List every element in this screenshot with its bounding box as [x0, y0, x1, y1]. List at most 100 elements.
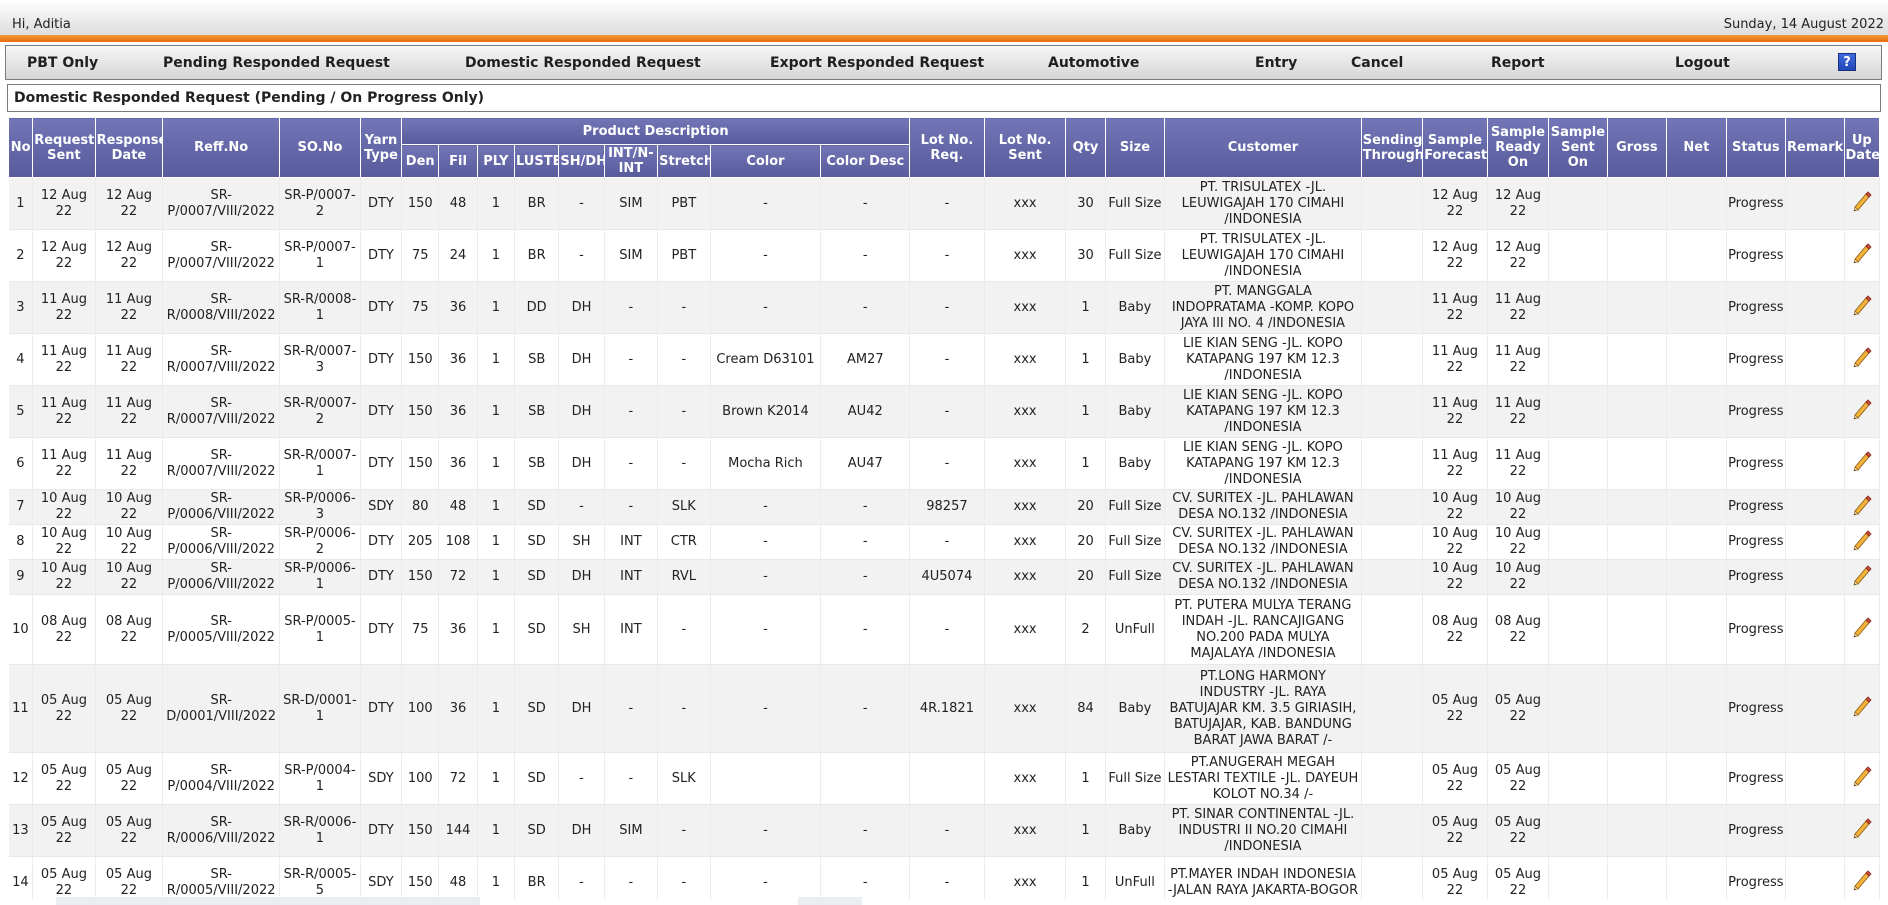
header-reff-no[interactable]: Reff.No	[162, 117, 281, 178]
cell-status: Progress	[1726, 524, 1787, 560]
cell-size: Baby	[1105, 385, 1166, 438]
cell-gross	[1607, 229, 1668, 282]
header-sending-through[interactable]: Sending Through	[1360, 117, 1424, 178]
cell-color: Brown K2014	[710, 385, 822, 438]
header-gross[interactable]: Gross	[1606, 117, 1668, 178]
menu-report[interactable]: Report	[1491, 55, 1545, 71]
edit-pencil-icon[interactable]	[1851, 398, 1873, 420]
cell-fil: 72	[438, 559, 478, 595]
cell-sample-forecast: 05 Aug 22	[1422, 664, 1488, 753]
header-status[interactable]: Status	[1725, 117, 1787, 178]
header-sample-forecast[interactable]: Sample Forecast	[1422, 117, 1488, 178]
cell-int-n-int: SIM	[604, 229, 659, 282]
cell-lot-no-sent: xxx	[984, 229, 1067, 282]
cell-color: -	[710, 664, 822, 753]
edit-pencil-icon[interactable]	[1851, 817, 1873, 839]
cell-request-sent: 05 Aug 22	[32, 856, 96, 900]
table-row: 6 11 Aug 22 11 Aug 22 SR-R/0007/VIII/2022 SR…	[8, 437, 1880, 490]
cell-int-n-int: INT	[604, 524, 659, 560]
cell-net	[1666, 752, 1727, 805]
cell-net	[1666, 437, 1727, 490]
header-yarn-type[interactable]: Yarn Type	[359, 117, 403, 178]
cell-gross	[1607, 333, 1668, 386]
edit-pencil-icon[interactable]	[1851, 450, 1873, 472]
cell-lot-no-req: -	[909, 804, 985, 857]
edit-pencil-icon[interactable]	[1851, 346, 1873, 368]
header-response-date[interactable]: Response Date	[94, 117, 164, 178]
edit-pencil-icon[interactable]	[1851, 564, 1873, 586]
header-lot-no-sent[interactable]: Lot No. Sent	[983, 117, 1067, 178]
header-stretch[interactable]: Stretch	[657, 144, 711, 178]
edit-pencil-icon[interactable]	[1851, 294, 1873, 316]
menu-pending-responded-request[interactable]: Pending Responded Request	[163, 55, 390, 71]
cell-color-desc: -	[820, 524, 911, 560]
header-size[interactable]: Size	[1104, 117, 1166, 178]
menu-export-responded-request[interactable]: Export Responded Request	[770, 55, 984, 71]
header-ply[interactable]: PLY	[476, 144, 515, 178]
cell-sh-dh: DH	[558, 281, 605, 334]
header-luster[interactable]: LUSTER	[513, 144, 560, 178]
request-grid-container[interactable]: No Request Sent Response Date Reff.No SO…	[8, 117, 1880, 900]
cell-lot-no-req: 98257	[909, 489, 985, 525]
edit-pencil-icon[interactable]	[1851, 616, 1873, 638]
menu-cancel[interactable]: Cancel	[1351, 55, 1403, 71]
cell-lot-no-req: -	[909, 333, 985, 386]
header-fil[interactable]: Fil	[438, 144, 478, 178]
table-row: 7 10 Aug 22 10 Aug 22 SR-P/0006/VIII/2022 SR…	[8, 489, 1880, 525]
header-sample-ready-on[interactable]: Sample Ready On	[1486, 117, 1550, 178]
header-remark[interactable]: Remark	[1785, 117, 1845, 178]
edit-pencil-icon[interactable]	[1851, 765, 1873, 787]
header-sample-sent-on[interactable]: Sample Sent On	[1548, 117, 1608, 178]
edit-pencil-icon[interactable]	[1851, 190, 1873, 212]
cell-sample-sent-on	[1548, 177, 1608, 230]
cell-sending-through	[1361, 524, 1424, 560]
cell-sample-ready-on: 05 Aug 22	[1487, 664, 1550, 753]
header-den[interactable]: Den	[401, 144, 440, 178]
cell-qty: 30	[1065, 177, 1106, 230]
cell-remark	[1785, 281, 1845, 334]
menu-domestic-responded-request[interactable]: Domestic Responded Request	[465, 55, 701, 71]
cell-ply: 1	[477, 594, 515, 665]
cell-lot-no-sent: xxx	[984, 752, 1067, 805]
cell-color-desc: -	[820, 489, 911, 525]
menu-pbt-only[interactable]: PBT Only	[27, 55, 98, 71]
cell-ply: 1	[477, 489, 515, 525]
cell-fil: 36	[438, 594, 478, 665]
cell-sample-ready-on: 10 Aug 22	[1487, 489, 1550, 525]
cell-stretch: SLK	[657, 752, 711, 805]
cell-sending-through	[1361, 333, 1424, 386]
header-net[interactable]: Net	[1666, 117, 1727, 178]
cell-net	[1666, 229, 1727, 282]
header-customer[interactable]: Customer	[1164, 117, 1362, 178]
cell-response-date: 10 Aug 22	[95, 489, 164, 525]
header-color[interactable]: Color	[709, 144, 822, 178]
edit-pencil-icon[interactable]	[1851, 494, 1873, 516]
menu-automotive[interactable]: Automotive	[1048, 55, 1139, 71]
cell-gross	[1607, 594, 1668, 665]
edit-pencil-icon[interactable]	[1851, 242, 1873, 264]
cell-no: 14	[8, 856, 34, 900]
edit-pencil-icon[interactable]	[1851, 529, 1873, 551]
menu-entry[interactable]: Entry	[1255, 55, 1297, 71]
cell-reff-no: SR-R/0005/VIII/2022	[162, 856, 281, 900]
menu-logout[interactable]: Logout	[1675, 55, 1730, 71]
cell-remark	[1785, 804, 1845, 857]
header-request-sent[interactable]: Request Sent	[32, 117, 96, 178]
header-color-desc[interactable]: Color Desc	[820, 144, 911, 178]
header-so-no[interactable]: SO.No	[279, 117, 361, 178]
edit-pencil-icon[interactable]	[1851, 695, 1873, 717]
header-sh-dh[interactable]: SH/DH	[558, 144, 605, 178]
cell-sh-dh: -	[558, 177, 605, 230]
edit-pencil-icon[interactable]	[1851, 869, 1873, 891]
cell-int-n-int: -	[604, 489, 659, 525]
cell-net	[1666, 385, 1727, 438]
header-lot-no-req[interactable]: Lot No. Req.	[909, 117, 985, 178]
help-icon[interactable]: ?	[1838, 53, 1856, 71]
header-qty[interactable]: Qty	[1065, 117, 1106, 178]
cell-ply: 1	[477, 333, 515, 386]
cell-gross	[1607, 524, 1668, 560]
cell-stretch: -	[657, 804, 711, 857]
cell-den: 205	[401, 524, 440, 560]
header-int-n-int[interactable]: INT/N-INT	[603, 144, 659, 178]
header-no: No	[8, 117, 34, 178]
